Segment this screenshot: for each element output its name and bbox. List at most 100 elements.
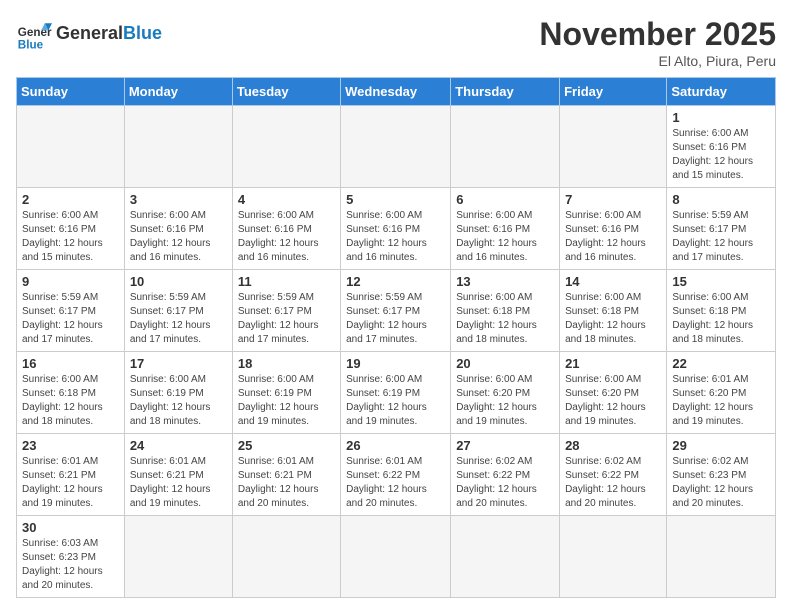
- calendar-cell: [124, 106, 232, 188]
- calendar-cell: 23 Sunrise: 6:01 AM Sunset: 6:21 PM Dayli…: [17, 434, 125, 516]
- calendar-cell: 2Sunrise: 6:00 AM Sunset: 6:16 PM Daylig…: [17, 188, 125, 270]
- page-header: General Blue GeneralBlue November 2025 E…: [16, 16, 776, 69]
- calendar-cell: 7 Sunrise: 6:00 AM Sunset: 6:16 PM Daylig…: [560, 188, 667, 270]
- day-info: Sunrise: 6:00 AM Sunset: 6:19 PM Dayligh…: [346, 373, 445, 429]
- calendar-cell: 1 Sunrise: 6:00 AM Sunset: 6:16 PM Daylig…: [667, 106, 776, 188]
- day-number: 8: [672, 192, 770, 207]
- title-block: November 2025 El Alto, Piura, Peru: [539, 16, 776, 69]
- day-info: Sunrise: 6:01 AM Sunset: 6:21 PM Dayligh…: [130, 455, 227, 511]
- calendar-cell: 20 Sunrise: 6:00 AM Sunset: 6:20 PM Dayli…: [451, 352, 560, 434]
- week-row-1: 1 Sunrise: 6:00 AM Sunset: 6:16 PM Daylig…: [17, 106, 776, 188]
- calendar-cell: 19Sunrise: 6:00 AM Sunset: 6:19 PM Dayli…: [341, 352, 451, 434]
- day-info: Sunrise: 6:00 AM Sunset: 6:16 PM Dayligh…: [672, 127, 770, 183]
- day-number: 28: [565, 438, 661, 453]
- calendar-cell: 22Sunrise: 6:01 AM Sunset: 6:20 PM Dayli…: [667, 352, 776, 434]
- calendar-cell: 11Sunrise: 5:59 AM Sunset: 6:17 PM Dayli…: [232, 270, 340, 352]
- day-number: 23: [22, 438, 119, 453]
- day-number: 20: [456, 356, 554, 371]
- day-info: Sunrise: 6:02 AM Sunset: 6:23 PM Dayligh…: [672, 455, 770, 511]
- day-info: Sunrise: 6:00 AM Sunset: 6:16 PM Dayligh…: [346, 209, 445, 265]
- day-number: 17: [130, 356, 227, 371]
- logo-icon: General Blue: [16, 16, 52, 52]
- calendar-cell: [341, 106, 451, 188]
- week-row-5: 23 Sunrise: 6:01 AM Sunset: 6:21 PM Dayli…: [17, 434, 776, 516]
- weekday-header-thursday: Thursday: [451, 78, 560, 106]
- calendar-cell: 3 Sunrise: 6:00 AM Sunset: 6:16 PM Daylig…: [124, 188, 232, 270]
- day-info: Sunrise: 6:01 AM Sunset: 6:21 PM Dayligh…: [22, 455, 119, 511]
- location: El Alto, Piura, Peru: [539, 53, 776, 69]
- week-row-3: 9 Sunrise: 5:59 AM Sunset: 6:17 PM Daylig…: [17, 270, 776, 352]
- day-info: Sunrise: 6:01 AM Sunset: 6:21 PM Dayligh…: [238, 455, 335, 511]
- calendar-cell: [124, 516, 232, 598]
- day-number: 30: [22, 520, 119, 535]
- day-number: 9: [22, 274, 119, 289]
- calendar-cell: [17, 106, 125, 188]
- day-info: Sunrise: 6:00 AM Sunset: 6:18 PM Dayligh…: [22, 373, 119, 429]
- day-number: 7: [565, 192, 661, 207]
- day-number: 6: [456, 192, 554, 207]
- calendar-cell: 8Sunrise: 5:59 AM Sunset: 6:17 PM Daylig…: [667, 188, 776, 270]
- day-info: Sunrise: 6:00 AM Sunset: 6:16 PM Dayligh…: [565, 209, 661, 265]
- day-info: Sunrise: 6:00 AM Sunset: 6:16 PM Dayligh…: [22, 209, 119, 265]
- day-info: Sunrise: 6:00 AM Sunset: 6:18 PM Dayligh…: [672, 291, 770, 347]
- day-info: Sunrise: 5:59 AM Sunset: 6:17 PM Dayligh…: [346, 291, 445, 347]
- day-number: 1: [672, 110, 770, 125]
- day-info: Sunrise: 6:00 AM Sunset: 6:16 PM Dayligh…: [238, 209, 335, 265]
- day-info: Sunrise: 5:59 AM Sunset: 6:17 PM Dayligh…: [238, 291, 335, 347]
- day-number: 4: [238, 192, 335, 207]
- day-number: 5: [346, 192, 445, 207]
- calendar-cell: [451, 516, 560, 598]
- day-info: Sunrise: 6:00 AM Sunset: 6:19 PM Dayligh…: [130, 373, 227, 429]
- calendar-cell: [232, 106, 340, 188]
- day-number: 21: [565, 356, 661, 371]
- calendar-cell: [560, 516, 667, 598]
- weekday-header-friday: Friday: [560, 78, 667, 106]
- calendar-cell: 24 Sunrise: 6:01 AM Sunset: 6:21 PM Dayli…: [124, 434, 232, 516]
- calendar-table: SundayMondayTuesdayWednesdayThursdayFrid…: [16, 77, 776, 598]
- week-row-2: 2Sunrise: 6:00 AM Sunset: 6:16 PM Daylig…: [17, 188, 776, 270]
- day-number: 18: [238, 356, 335, 371]
- calendar-cell: 14Sunrise: 6:00 AM Sunset: 6:18 PM Dayli…: [560, 270, 667, 352]
- month-year: November 2025: [539, 16, 776, 53]
- weekday-header-row: SundayMondayTuesdayWednesdayThursdayFrid…: [17, 78, 776, 106]
- day-info: Sunrise: 6:00 AM Sunset: 6:20 PM Dayligh…: [565, 373, 661, 429]
- calendar-cell: 25Sunrise: 6:01 AM Sunset: 6:21 PM Dayli…: [232, 434, 340, 516]
- calendar-cell: 15 Sunrise: 6:00 AM Sunset: 6:18 PM Dayli…: [667, 270, 776, 352]
- weekday-header-wednesday: Wednesday: [341, 78, 451, 106]
- day-number: 24: [130, 438, 227, 453]
- weekday-header-monday: Monday: [124, 78, 232, 106]
- logo: General Blue GeneralBlue: [16, 16, 162, 52]
- calendar-cell: 10 Sunrise: 5:59 AM Sunset: 6:17 PM Dayli…: [124, 270, 232, 352]
- calendar-cell: 27 Sunrise: 6:02 AM Sunset: 6:22 PM Dayli…: [451, 434, 560, 516]
- weekday-header-tuesday: Tuesday: [232, 78, 340, 106]
- calendar-cell: 26 Sunrise: 6:01 AM Sunset: 6:22 PM Dayli…: [341, 434, 451, 516]
- day-number: 3: [130, 192, 227, 207]
- day-info: Sunrise: 6:02 AM Sunset: 6:22 PM Dayligh…: [456, 455, 554, 511]
- day-number: 27: [456, 438, 554, 453]
- weekday-header-saturday: Saturday: [667, 78, 776, 106]
- calendar-cell: [232, 516, 340, 598]
- calendar-cell: 28 Sunrise: 6:02 AM Sunset: 6:22 PM Dayli…: [560, 434, 667, 516]
- day-number: 14: [565, 274, 661, 289]
- day-info: Sunrise: 6:00 AM Sunset: 6:20 PM Dayligh…: [456, 373, 554, 429]
- day-info: Sunrise: 5:59 AM Sunset: 6:17 PM Dayligh…: [130, 291, 227, 347]
- day-number: 15: [672, 274, 770, 289]
- calendar-cell: [341, 516, 451, 598]
- calendar-cell: 21 Sunrise: 6:00 AM Sunset: 6:20 PM Dayli…: [560, 352, 667, 434]
- calendar-cell: 29Sunrise: 6:02 AM Sunset: 6:23 PM Dayli…: [667, 434, 776, 516]
- day-info: Sunrise: 5:59 AM Sunset: 6:17 PM Dayligh…: [22, 291, 119, 347]
- day-info: Sunrise: 6:00 AM Sunset: 6:18 PM Dayligh…: [456, 291, 554, 347]
- calendar-cell: 18Sunrise: 6:00 AM Sunset: 6:19 PM Dayli…: [232, 352, 340, 434]
- day-number: 10: [130, 274, 227, 289]
- calendar-cell: 13Sunrise: 6:00 AM Sunset: 6:18 PM Dayli…: [451, 270, 560, 352]
- svg-text:Blue: Blue: [18, 38, 44, 51]
- calendar-cell: 17 Sunrise: 6:00 AM Sunset: 6:19 PM Dayli…: [124, 352, 232, 434]
- calendar-cell: [451, 106, 560, 188]
- week-row-6: 30Sunrise: 6:03 AM Sunset: 6:23 PM Dayli…: [17, 516, 776, 598]
- day-info: Sunrise: 6:00 AM Sunset: 6:16 PM Dayligh…: [130, 209, 227, 265]
- calendar-cell: [667, 516, 776, 598]
- day-info: Sunrise: 6:01 AM Sunset: 6:22 PM Dayligh…: [346, 455, 445, 511]
- calendar-cell: 12Sunrise: 5:59 AM Sunset: 6:17 PM Dayli…: [341, 270, 451, 352]
- day-number: 26: [346, 438, 445, 453]
- day-info: Sunrise: 6:02 AM Sunset: 6:22 PM Dayligh…: [565, 455, 661, 511]
